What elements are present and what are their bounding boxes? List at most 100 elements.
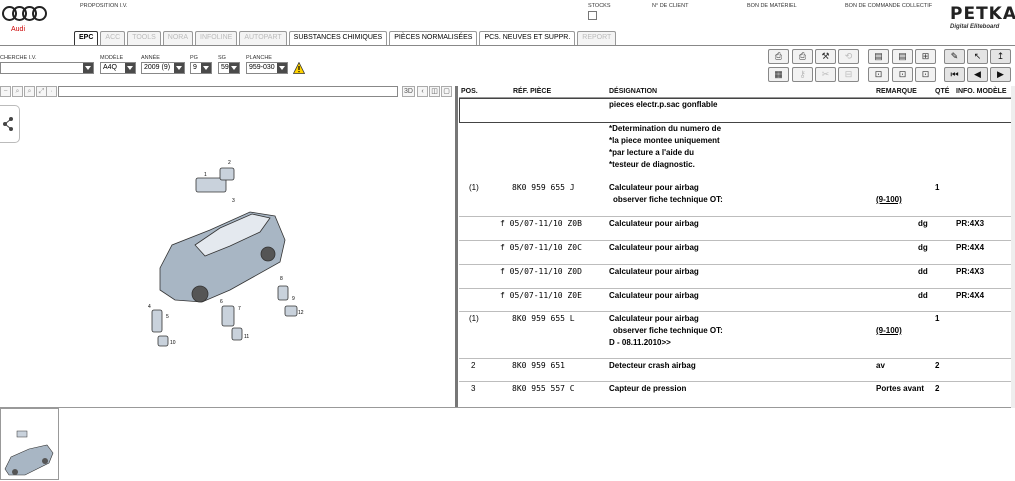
planche-select[interactable]: 959-030 [246, 62, 288, 74]
callout-label: 5 [166, 314, 169, 320]
row-designation: Detecteur crash airbag [609, 361, 696, 370]
annee-select[interactable]: 2009 (9) [141, 62, 185, 74]
table-scrollbar[interactable] [1011, 86, 1015, 408]
chevron-down-icon [277, 63, 287, 73]
arrow-up-left-icon[interactable]: ↖ [967, 49, 988, 64]
pg-label: PG [190, 55, 198, 61]
logo-main: PETKA [950, 4, 1015, 24]
illustration-thumbnail[interactable] [0, 408, 59, 480]
print-icon[interactable]: ⎙ [768, 49, 789, 64]
sg-select[interactable]: 59 [218, 62, 240, 74]
catalog-icon[interactable]: ▤ [868, 49, 889, 64]
note-line: *Determination du numero de [609, 124, 722, 133]
next-page-icon[interactable]: ▶ [990, 67, 1011, 82]
tool-icon[interactable]: ⚒ [815, 49, 836, 64]
row-designation-note: observer fiche technique OT: [613, 195, 723, 204]
sensor-part [231, 327, 243, 341]
row-qte: 2 [935, 361, 940, 370]
scroll-left-icon[interactable]: ‹ [417, 86, 428, 97]
remove-icon[interactable]: ⊟ [838, 67, 859, 82]
row-divider [459, 240, 1011, 241]
tab-autopart[interactable]: AUTOPART [239, 31, 287, 45]
wheel-rear [260, 246, 276, 262]
pin-icon[interactable]: ✎ [944, 49, 965, 64]
callout-label: 10 [170, 340, 176, 346]
layout-full-icon[interactable]: ▢ [441, 86, 452, 97]
zoom-slider[interactable] [58, 86, 398, 97]
wheel-front [191, 285, 209, 303]
row-divider [459, 358, 1011, 359]
history-icon[interactable]: ⟲ [838, 49, 859, 64]
cart-go-icon[interactable]: ⊡ [915, 67, 936, 82]
col-qte: QTÉ [935, 88, 950, 95]
cart-list-icon[interactable]: ⊡ [892, 67, 913, 82]
row-ref: f 05/07-11/10 Z0C [500, 243, 582, 252]
crash-sensor-part [151, 309, 163, 333]
cart-icon[interactable]: ⊡ [868, 67, 889, 82]
tab-substances[interactable]: SUBSTANCES CHIMIQUES [288, 31, 388, 45]
tab-pcs-neuves[interactable]: PCS. NEUVES ET SUPPR. [479, 31, 576, 45]
tab-tools[interactable]: TOOLS [127, 31, 161, 45]
chevron-down-icon [229, 63, 239, 73]
col-designation: DÉSIGNATION [609, 88, 658, 95]
tab-report[interactable]: REPORT [577, 31, 617, 45]
gun-icon[interactable]: ✂ [815, 67, 836, 82]
modele-select[interactable]: A4Q [100, 62, 136, 74]
tab-nora[interactable]: NORA [162, 31, 194, 45]
row-pos: 3 [471, 384, 476, 393]
row-remarque-link[interactable]: (9-100) [876, 326, 902, 335]
arrow-up-icon[interactable]: ↥ [990, 49, 1011, 64]
share-button[interactable] [0, 105, 20, 143]
planche-label: PLANCHE [246, 55, 272, 61]
pane-splitter[interactable] [455, 86, 458, 408]
sensor-part [277, 285, 289, 301]
callout-label: 9 [292, 296, 295, 302]
parts-illustration[interactable]: 1 2 3 4 5 6 7 8 9 10 11 12 [140, 150, 310, 355]
row-qte: 2 [935, 384, 940, 393]
chevron-down-icon [201, 63, 211, 73]
previous-page-icon[interactable]: ◀ [967, 67, 988, 82]
proposition-label: PROPOSITION I.V. [80, 3, 128, 9]
row-remarque: dg [918, 219, 928, 228]
view-3d-button[interactable]: 3D [402, 86, 415, 97]
catalog-usa-icon[interactable]: ▤ [892, 49, 913, 64]
stocks-label: STOCKS [588, 3, 611, 9]
row-remarque-link[interactable]: (9-100) [876, 195, 902, 204]
zoom-in-icon[interactable]: ⌕ [24, 86, 35, 97]
chevron-down-icon [174, 63, 184, 73]
brand-label: Audi [11, 26, 26, 33]
zoom-reset-icon[interactable]: · [46, 86, 57, 97]
main-tabs: EPC ACC TOOLS NORA INFOLINE AUTOPART SUB… [74, 31, 617, 46]
print-list-icon[interactable]: ⎙ [792, 49, 813, 64]
zoom-out-icon[interactable]: − [0, 86, 11, 97]
tab-acc[interactable]: ACC [100, 31, 126, 45]
zoom-icon[interactable]: ⌕ [12, 86, 23, 97]
cart-add-icon[interactable]: ⊞ [915, 49, 936, 64]
car-thumbnail-icon [4, 430, 54, 476]
tab-divider [0, 45, 1015, 46]
stocks-checkbox[interactable] [588, 11, 597, 20]
tab-pieces-normalisees[interactable]: PIÈCES NORMALISÉES [389, 31, 478, 45]
row-divider [459, 216, 1011, 217]
first-page-icon[interactable]: ⏮ [944, 67, 965, 82]
modele-label: MODÈLE [100, 55, 124, 61]
tab-epc[interactable]: EPC [74, 31, 99, 46]
selected-row[interactable] [459, 98, 1012, 123]
warning-icon[interactable] [293, 62, 305, 74]
cherche-select[interactable] [0, 62, 94, 74]
keyboard-icon[interactable]: ▦ [768, 67, 789, 82]
client-number-label: N° DE CLIENT [652, 3, 689, 9]
audi-logo: Audi [2, 4, 50, 34]
row-designation-note: observer fiche technique OT: [613, 326, 723, 335]
pg-select[interactable]: 9 [190, 62, 212, 74]
row-designation: Calculateur pour airbag [609, 267, 699, 276]
logo-sub: Digital Eliteboard [950, 24, 1000, 30]
row-ref: f 05/07-11/10 Z0E [500, 291, 582, 300]
row-ref: f 05/07-11/10 Z0B [500, 219, 582, 228]
material-order-label: BON DE MATÉRIEL [747, 3, 797, 9]
row-divider [459, 288, 1011, 289]
layout-split-icon[interactable]: ◫ [429, 86, 440, 97]
key-icon[interactable]: ⚷ [792, 67, 813, 82]
pressure-sensor-part [221, 305, 235, 327]
tab-infoline[interactable]: INFOLINE [195, 31, 238, 45]
